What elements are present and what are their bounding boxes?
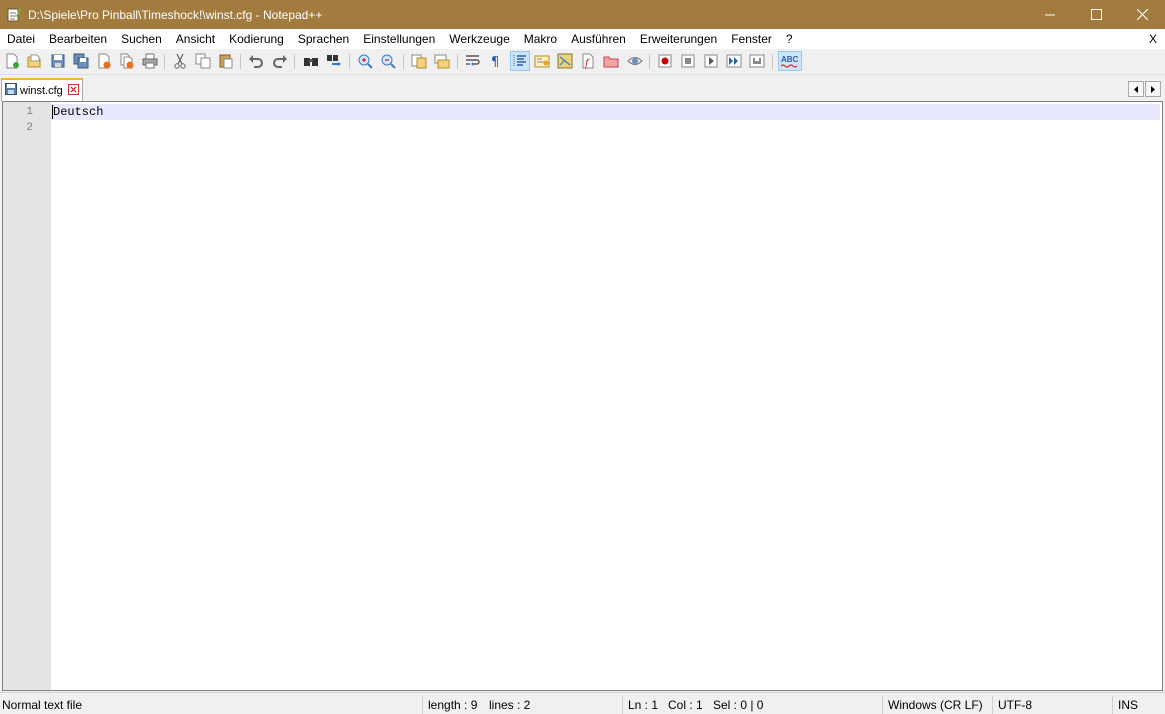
status-ln: Ln : 1	[628, 698, 659, 712]
save-macro-icon[interactable]	[748, 52, 766, 70]
paste-icon[interactable]	[217, 52, 235, 70]
current-line-highlight	[51, 104, 1160, 120]
notepadpp-window: D:\Spiele\Pro Pinball\Timeshock!\winst.c…	[0, 0, 1165, 714]
notepad-icon	[7, 7, 21, 22]
redo-icon[interactable]	[271, 52, 289, 70]
status-bar: Normal text file length : 9 lines : 2 Ln…	[0, 692, 1165, 714]
menu-sprachen[interactable]: Sprachen	[291, 29, 356, 49]
status-lines: lines : 2	[489, 698, 531, 712]
record-macro-icon[interactable]	[656, 52, 674, 70]
menu-bar: Datei Bearbeiten Suchen Ansicht Kodierun…	[0, 29, 1165, 49]
window-title: D:\Spiele\Pro Pinball\Timeshock!\winst.c…	[28, 7, 323, 22]
status-eol[interactable]: Windows (CR LF)	[888, 693, 983, 714]
close-all-icon[interactable]	[118, 52, 136, 70]
sync-vertical-icon[interactable]	[410, 52, 428, 70]
spellcheck-icon[interactable]: ABC	[778, 51, 802, 71]
line-number: 1	[26, 106, 33, 118]
tab-scroll-controls	[1127, 81, 1161, 97]
save-icon[interactable]	[49, 52, 67, 70]
undo-icon[interactable]	[247, 52, 265, 70]
function-list-icon[interactable]: f	[579, 52, 597, 70]
monitoring-icon[interactable]	[626, 52, 644, 70]
menu-einstellungen[interactable]: Einstellungen	[356, 29, 442, 49]
status-insert-mode: INS	[1118, 698, 1139, 712]
menu-kodierung[interactable]: Kodierung	[222, 29, 291, 49]
zoom-out-icon[interactable]	[379, 52, 397, 70]
indent-guide-icon[interactable]	[510, 51, 530, 71]
tab-winst-cfg[interactable]: winst.cfg	[1, 78, 83, 101]
chevron-right-icon	[1151, 85, 1155, 93]
status-col: Col : 1	[668, 698, 703, 712]
zoom-in-icon[interactable]	[356, 52, 374, 70]
close-icon	[1136, 9, 1148, 20]
close-window-button[interactable]	[1119, 0, 1165, 29]
new-file-icon[interactable]	[3, 52, 21, 70]
chevron-left-icon	[1134, 85, 1138, 93]
toolbar: ¶ f ABC	[0, 49, 1165, 75]
print-icon[interactable]	[141, 52, 159, 70]
menu-fenster[interactable]: Fenster	[724, 29, 779, 49]
menu-werkzeuge[interactable]: Werkzeuge	[442, 29, 516, 49]
show-all-chars-icon[interactable]: ¶	[487, 52, 505, 70]
menu-erweiterungen[interactable]: Erweiterungen	[633, 29, 724, 49]
close-document-button[interactable]: X	[1149, 29, 1157, 49]
line-number-gutter	[3, 102, 51, 690]
save-all-icon[interactable]	[72, 52, 90, 70]
svg-text:¶: ¶	[491, 55, 499, 69]
menu-makro[interactable]: Makro	[517, 29, 564, 49]
svg-text:ABC: ABC	[781, 55, 799, 64]
status-length: length : 9	[428, 698, 478, 712]
run-macro-multiple-icon[interactable]	[725, 52, 743, 70]
menu-datei[interactable]: Datei	[0, 29, 42, 49]
tab-scroll-left-button[interactable]	[1128, 81, 1144, 97]
status-sel: Sel : 0 | 0	[713, 698, 764, 712]
text-caret	[52, 105, 53, 119]
menu-ansicht[interactable]: Ansicht	[169, 29, 222, 49]
menu-ausfuehren[interactable]: Ausführen	[564, 29, 633, 49]
word-wrap-icon[interactable]	[464, 52, 482, 70]
sync-horizontal-icon[interactable]	[433, 52, 451, 70]
maximize-icon	[1090, 9, 1102, 20]
status-encoding[interactable]: UTF-8	[998, 693, 1032, 714]
menu-bearbeiten[interactable]: Bearbeiten	[42, 29, 114, 49]
play-macro-icon[interactable]	[702, 52, 720, 70]
doc-map-icon[interactable]	[556, 52, 574, 70]
close-file-icon[interactable]	[95, 52, 113, 70]
code-line[interactable]: Deutsch	[53, 104, 103, 120]
replace-icon[interactable]	[325, 52, 343, 70]
title-bar[interactable]: D:\Spiele\Pro Pinball\Timeshock!\winst.c…	[0, 0, 1165, 29]
folder-workspace-icon[interactable]	[602, 52, 620, 70]
cut-icon[interactable]	[171, 52, 189, 70]
open-file-icon[interactable]	[25, 52, 43, 70]
stop-macro-icon[interactable]	[679, 52, 697, 70]
text-editor[interactable]: 1 2 Deutsch	[2, 101, 1163, 691]
file-saved-icon	[5, 83, 17, 98]
copy-icon[interactable]	[194, 52, 212, 70]
tab-close-icon[interactable]	[67, 83, 79, 98]
minimize-icon	[1044, 14, 1055, 16]
tab-label: winst.cfg	[20, 84, 63, 97]
line-number: 2	[26, 122, 33, 134]
tab-bar: winst.cfg	[0, 75, 1165, 101]
find-icon[interactable]	[302, 52, 320, 70]
status-file-type: Normal text file	[2, 698, 83, 712]
tab-scroll-right-button[interactable]	[1145, 81, 1161, 97]
udl-icon[interactable]	[533, 52, 551, 70]
menu-help[interactable]: ?	[779, 29, 800, 49]
menu-suchen[interactable]: Suchen	[114, 29, 169, 49]
minimize-button[interactable]	[1027, 0, 1073, 29]
maximize-button[interactable]	[1073, 0, 1119, 29]
